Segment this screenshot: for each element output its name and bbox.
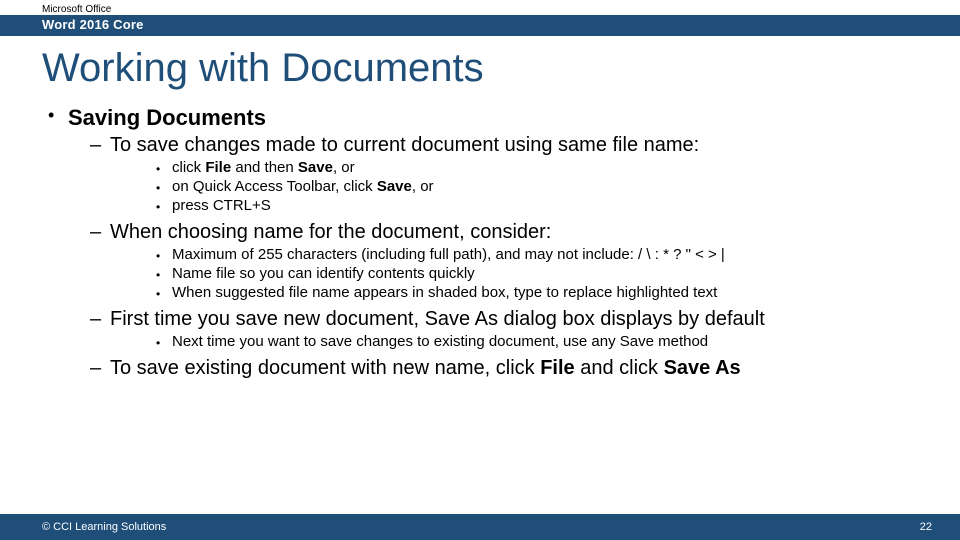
detail-item: on Quick Access Toolbar, click Save, or <box>110 178 918 196</box>
detail-text: When suggested file name appears in shad… <box>172 284 717 301</box>
detail-text: click File and then Save, or <box>172 159 355 176</box>
bullet-main-text: Saving Documents <box>68 105 266 130</box>
sub-text: When choosing name for the document, con… <box>110 221 551 243</box>
sub-item: To save changes made to current document… <box>68 134 918 215</box>
detail-item: Name file so you can identify contents q… <box>110 265 918 283</box>
footer-bar: © CCI Learning Solutions 22 <box>0 514 960 540</box>
sub-item: When choosing name for the document, con… <box>68 221 918 302</box>
slide: Microsoft Office Word 2016 Core Working … <box>0 0 960 540</box>
sub-item: To save existing document with new name,… <box>68 357 918 380</box>
sub-text: To save changes made to current document… <box>110 134 699 156</box>
content-area: Saving Documents To save changes made to… <box>0 105 960 540</box>
sub-text: To save existing document with new name,… <box>110 357 741 379</box>
detail-item: press CTRL+S <box>110 197 918 215</box>
sub-item: First time you save new document, Save A… <box>68 308 918 351</box>
detail-item: When suggested file name appears in shad… <box>110 284 918 302</box>
detail-item: Next time you want to save changes to ex… <box>110 333 918 351</box>
sub-text: First time you save new document, Save A… <box>110 308 765 330</box>
detail-text: Maximum of 255 characters (including ful… <box>172 246 725 263</box>
bullet-main: Saving Documents To save changes made to… <box>42 105 918 380</box>
copyright-text: © CCI Learning Solutions <box>42 521 166 533</box>
product-band: Word 2016 Core <box>0 15 960 36</box>
detail-text: press CTRL+S <box>172 197 271 214</box>
page-number: 22 <box>920 521 932 533</box>
detail-item: click File and then Save, or <box>110 159 918 177</box>
detail-item: Maximum of 255 characters (including ful… <box>110 246 918 264</box>
detail-text: on Quick Access Toolbar, click Save, or <box>172 178 434 195</box>
detail-text: Name file so you can identify contents q… <box>172 265 475 282</box>
brand-label: Microsoft Office <box>0 0 960 15</box>
detail-text: Next time you want to save changes to ex… <box>172 333 708 350</box>
page-title: Working with Documents <box>0 36 960 105</box>
